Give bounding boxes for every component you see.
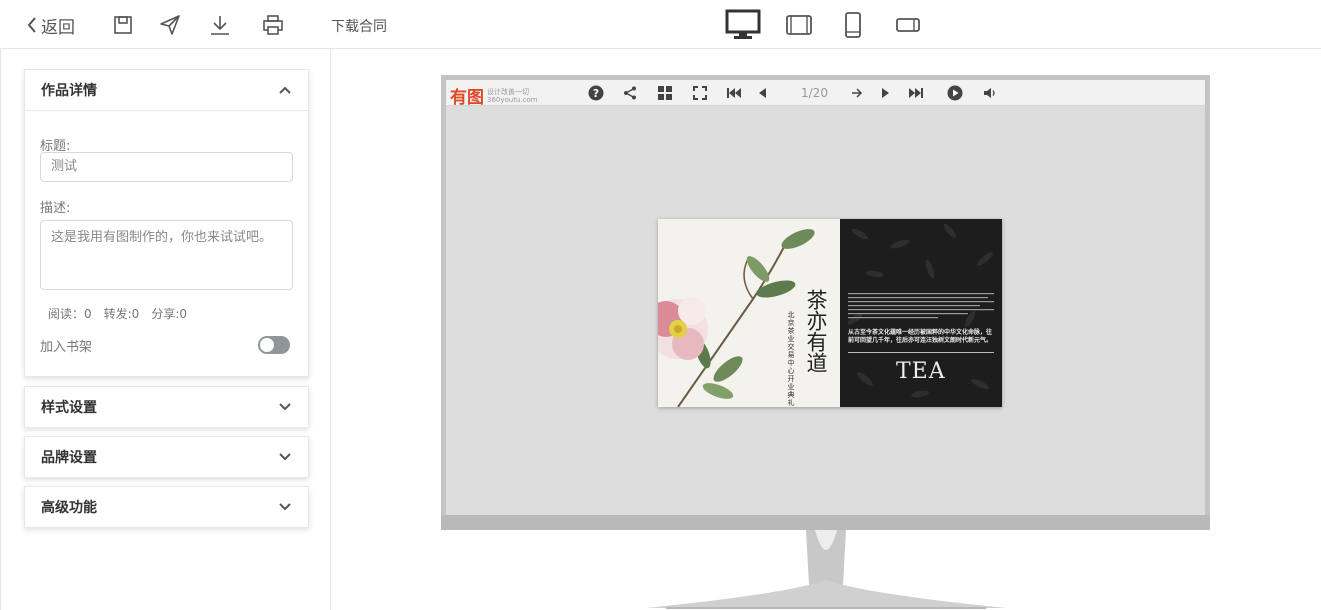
logo-domain: 360youtu.com xyxy=(487,95,538,104)
bookshelf-toggle[interactable] xyxy=(258,336,290,354)
play-circle-icon xyxy=(947,85,963,101)
send-button[interactable] xyxy=(157,12,183,38)
page-indicator: 1/20 xyxy=(801,86,828,100)
volume-icon xyxy=(984,88,995,98)
brand-settings-header[interactable]: 品牌设置 xyxy=(25,437,308,477)
svg-text:?: ? xyxy=(593,87,599,100)
download-button[interactable] xyxy=(207,12,233,38)
arrow-right-icon xyxy=(852,88,863,98)
monitor-frame: 有图 设计改善一切 360youtu.com ? 1/20 茶亦有道 北京茶业交… xyxy=(441,75,1210,530)
chevron-down-icon xyxy=(279,453,291,461)
toggle-knob xyxy=(260,338,274,352)
share-count: 分享:0 xyxy=(151,307,188,321)
device-phone-button[interactable] xyxy=(844,8,862,42)
grid-icon xyxy=(658,86,672,100)
share-icon xyxy=(624,86,636,100)
book-left-title: 茶亦有道 xyxy=(804,289,828,373)
title-input[interactable]: 测试 xyxy=(40,152,293,182)
youtu-logo: 有图 设计改善一切 360youtu.com xyxy=(450,83,538,109)
flipbook-spread[interactable]: 茶亦有道 北京茶业交易中心开业典礼 从古至今茶文化蕴唯一经历被国粹的中华文化命脉… xyxy=(658,219,1002,407)
device-tablet-landscape-button[interactable] xyxy=(785,8,813,42)
forward-count: 转发:0 xyxy=(103,307,140,321)
chevron-left-icon xyxy=(27,17,36,33)
book-page-right: 从古至今茶文化蕴唯一经历被国粹的中华文化命脉，往前可回望几千年，往后亦可连汪独树… xyxy=(840,219,1002,407)
first-page-button[interactable] xyxy=(726,85,742,101)
style-settings-header[interactable]: 样式设置 xyxy=(25,387,308,427)
phone-landscape-icon xyxy=(896,18,920,32)
details-panel-header[interactable]: 作品详情 xyxy=(25,70,308,110)
advanced-features-panel[interactable]: 高级功能 xyxy=(24,486,309,528)
next-page-button[interactable] xyxy=(878,85,894,101)
skip-first-icon xyxy=(727,88,741,98)
book-left-subtitle: 北京茶业交易中心开业典礼 xyxy=(787,311,795,407)
style-settings-panel[interactable]: 样式设置 xyxy=(24,386,309,428)
details-panel: 作品详情 标题: 测试 描述: 这是我用有图制作的，你也来试试吧。 阅读：0 转… xyxy=(24,69,309,377)
fullscreen-button[interactable] xyxy=(692,85,708,101)
save-icon xyxy=(114,16,132,34)
download-contract-link[interactable]: 下载合同 xyxy=(331,16,387,36)
monitor-screen: 有图 设计改善一切 360youtu.com ? 1/20 茶亦有道 北京茶业交… xyxy=(446,80,1205,515)
prev-page-button[interactable] xyxy=(754,85,770,101)
sound-button[interactable] xyxy=(982,85,998,101)
send-icon xyxy=(160,15,180,35)
preview-canvas: 有图 设计改善一切 360youtu.com ? 1/20 茶亦有道 北京茶业交… xyxy=(331,49,1321,610)
help-icon: ? xyxy=(588,85,604,101)
monitor-chin xyxy=(441,515,1210,530)
download-icon xyxy=(211,16,229,35)
thumbnails-button[interactable] xyxy=(657,85,673,101)
settings-sidebar: 作品详情 标题: 测试 描述: 这是我用有图制作的，你也来试试吧。 阅读：0 转… xyxy=(0,49,331,610)
logo-mark: 有图 xyxy=(450,88,484,108)
save-button[interactable] xyxy=(110,12,136,38)
play-icon xyxy=(882,88,889,98)
read-count: 阅读：0 xyxy=(48,307,92,321)
back-label: 返回 xyxy=(41,17,75,38)
book-page-left: 茶亦有道 北京茶业交易中心开业典礼 xyxy=(658,219,840,407)
fullscreen-icon xyxy=(693,86,707,100)
back-button[interactable]: 返回 xyxy=(26,13,75,38)
style-settings-title: 样式设置 xyxy=(41,400,97,416)
monitor-base xyxy=(646,580,1006,609)
device-desktop-button[interactable] xyxy=(725,8,761,42)
work-stats: 阅读：0 转发:0 分享:0 xyxy=(48,305,187,322)
details-panel-body: 标题: 测试 描述: 这是我用有图制作的，你也来试试吧。 阅读：0 转发:0 分… xyxy=(25,110,308,376)
print-icon xyxy=(263,15,283,35)
chevron-down-icon xyxy=(279,403,291,411)
bookshelf-label: 加入书架 xyxy=(40,340,93,355)
book-right-text: 从古至今茶文化蕴唯一经历被国粹的中华文化命脉，往前可回望几千年，往后亦可连汪独树… xyxy=(848,329,993,344)
tablet-landscape-icon xyxy=(786,15,812,35)
brand-settings-panel[interactable]: 品牌设置 xyxy=(24,436,309,478)
skip-last-icon xyxy=(909,88,923,98)
autoplay-button[interactable] xyxy=(947,85,963,101)
play-reverse-icon xyxy=(759,88,766,98)
flipbook-toolbar: 有图 设计改善一切 360youtu.com ? 1/20 xyxy=(446,80,1205,109)
book-right-divider xyxy=(848,352,994,353)
device-phone-landscape-button[interactable] xyxy=(895,8,921,42)
chevron-up-icon xyxy=(279,86,291,94)
share-button[interactable] xyxy=(622,85,638,101)
print-button[interactable] xyxy=(260,12,286,38)
phone-icon xyxy=(845,12,861,38)
advanced-features-title: 高级功能 xyxy=(41,500,97,516)
top-toolbar: 返回 下载合同 xyxy=(0,0,1321,49)
advanced-features-header[interactable]: 高级功能 xyxy=(25,487,308,527)
desktop-icon xyxy=(725,9,761,39)
last-page-button[interactable] xyxy=(908,85,924,101)
description-label: 描述: xyxy=(40,201,71,216)
logo-tagline: 设计改善一切 xyxy=(487,87,529,96)
description-textarea[interactable]: 这是我用有图制作的，你也来试试吧。 xyxy=(40,220,293,290)
book-right-tea: TEA xyxy=(896,359,946,384)
help-button[interactable]: ? xyxy=(588,85,604,101)
details-panel-title: 作品详情 xyxy=(41,83,97,99)
brand-settings-title: 品牌设置 xyxy=(41,450,97,466)
next-step-button[interactable] xyxy=(849,85,865,101)
chevron-down-icon xyxy=(279,503,291,511)
